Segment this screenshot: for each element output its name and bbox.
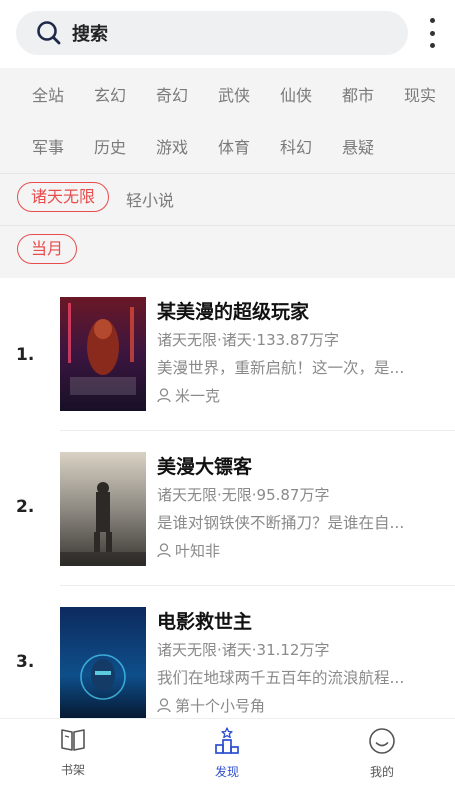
author-name: 米一克 (175, 387, 221, 405)
ranking-icon (215, 727, 239, 754)
book-icon (61, 729, 85, 751)
nav-discover[interactable]: 发现 (182, 727, 272, 780)
user-icon (157, 388, 171, 403)
book-author: 第十个小号角 (157, 695, 265, 716)
search-label: 搜索 (72, 24, 108, 45)
category-kehuan[interactable]: 科幻 (265, 134, 327, 158)
book-author: 米一克 (157, 385, 220, 406)
user-icon (157, 698, 171, 713)
subcategory-option[interactable]: 轻小说 (126, 187, 174, 211)
user-icon (157, 543, 171, 558)
book-list-item[interactable]: 1. 某美漫的超级玩家 诸天无限·诸天·133.87万字 美漫世界，重新启航！这… (0, 278, 455, 433)
divider (0, 173, 455, 174)
category-qihuan[interactable]: 奇幻 (141, 82, 203, 106)
author-name: 第十个小号角 (175, 697, 266, 715)
book-meta: 诸天无限·诸天·31.12万字 (157, 641, 330, 659)
rank-number: 3. (16, 652, 35, 672)
book-author: 叶知非 (157, 540, 220, 561)
bottom-navigation: 书架 发现 我的 (0, 718, 455, 791)
book-cover (60, 452, 146, 566)
category-xuanyi[interactable]: 悬疑 (327, 134, 389, 158)
subcategory-selected-pill[interactable]: 诸天无限 (17, 182, 109, 212)
book-title[interactable]: 电影救世主 (157, 607, 252, 634)
rank-number: 2. (16, 497, 35, 517)
category-xianshi[interactable]: 现实 (389, 82, 451, 106)
category-xuanhuan[interactable]: 玄幻 (79, 82, 141, 106)
nav-mine-label: 我的 (369, 765, 394, 779)
book-cover (60, 297, 146, 411)
category-row-secondary: 军事 历史 游戏 体育 科幻 悬疑 (17, 134, 389, 158)
nav-mine[interactable]: 我的 (337, 727, 427, 780)
book-meta: 诸天无限·无限·95.87万字 (157, 486, 330, 504)
category-lishi[interactable]: 历史 (79, 134, 141, 158)
nav-bookshelf-label: 书架 (60, 763, 85, 777)
book-cover (60, 607, 146, 721)
period-selected-pill[interactable]: 当月 (17, 234, 77, 264)
book-list-item[interactable]: 2. 美漫大镖客 诸天无限·无限·95.87万字 是谁对钢铁侠不断捅刀？是谁在自… (0, 433, 455, 588)
search-bar[interactable]: 搜索 (16, 11, 408, 55)
book-description: 美漫世界，重新启航！这一次，是... (157, 359, 405, 377)
category-youxi[interactable]: 游戏 (141, 134, 203, 158)
list-separator (60, 585, 455, 586)
nav-bookshelf[interactable]: 书架 (28, 727, 118, 778)
category-junshi[interactable]: 军事 (17, 134, 79, 158)
book-description: 我们在地球两千五百年的流浪航程... (157, 669, 405, 687)
book-title[interactable]: 某美漫的超级玩家 (157, 297, 309, 324)
book-description: 是谁对钢铁侠不断捅刀？是谁在自... (157, 514, 405, 532)
filter-panel: 全站 玄幻 奇幻 武侠 仙侠 都市 现实 军事 历史 游戏 体育 科幻 悬疑 诸… (0, 68, 455, 278)
divider (0, 225, 455, 226)
list-separator (60, 430, 455, 431)
rank-number: 1. (16, 345, 35, 365)
category-xianxia[interactable]: 仙侠 (265, 82, 327, 106)
category-tiyu[interactable]: 体育 (203, 134, 265, 158)
author-name: 叶知非 (175, 542, 221, 560)
category-row-primary: 全站 玄幻 奇幻 武侠 仙侠 都市 现实 (17, 82, 451, 106)
nav-discover-label: 发现 (214, 765, 239, 779)
book-meta: 诸天无限·诸天·133.87万字 (157, 331, 340, 349)
category-wuxia[interactable]: 武侠 (203, 82, 265, 106)
search-icon (37, 21, 61, 45)
smiley-icon (369, 728, 395, 754)
category-all[interactable]: 全站 (17, 82, 79, 106)
category-dushi[interactable]: 都市 (327, 82, 389, 106)
top-bar: 搜索 (0, 0, 455, 68)
more-menu-icon[interactable] (424, 18, 440, 48)
book-title[interactable]: 美漫大镖客 (157, 452, 252, 479)
